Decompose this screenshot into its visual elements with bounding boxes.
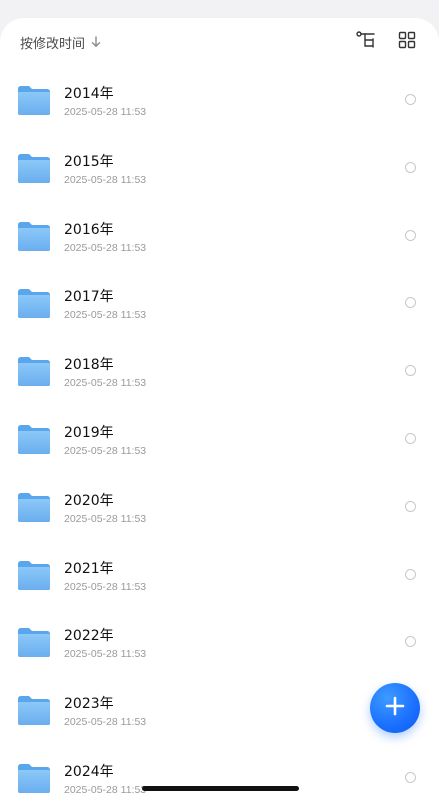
- folder-icon: [17, 423, 51, 455]
- arrow-down-icon: [91, 36, 101, 48]
- select-radio[interactable]: [405, 771, 416, 783]
- list-item[interactable]: 2016年 2025-05-28 11:53: [0, 202, 439, 270]
- select-radio[interactable]: [405, 365, 416, 377]
- folder-icon: [17, 220, 51, 252]
- folder-name: 2020年: [64, 492, 114, 509]
- modified-time: 2025-05-28 11:53: [64, 783, 147, 796]
- folder-icon: [17, 626, 51, 658]
- select-radio[interactable]: [405, 94, 416, 105]
- folder-icon: [17, 287, 51, 319]
- folder-icon: [17, 694, 51, 726]
- modified-time: 2025-05-28 11:53: [64, 309, 147, 322]
- list-item[interactable]: 2021年 2025-05-28 11:53: [0, 541, 439, 609]
- sort-label: 按修改时间: [20, 36, 86, 52]
- home-indicator: [142, 786, 299, 791]
- folder-icon: [17, 84, 51, 116]
- tree-view-button[interactable]: [354, 30, 378, 54]
- plus-icon: [384, 695, 406, 721]
- toolbar: 按修改时间: [0, 18, 439, 66]
- list-item[interactable]: 2019年 2025-05-28 11:53: [0, 405, 439, 473]
- modified-time: 2025-05-28 11:53: [64, 106, 147, 118]
- select-radio[interactable]: [405, 568, 416, 580]
- select-radio[interactable]: [405, 161, 416, 173]
- folder-name: 2015年: [64, 153, 114, 170]
- folder-name: 2016年: [64, 221, 114, 238]
- modified-time: 2025-05-28 11:53: [64, 241, 147, 254]
- folder-name: 2018年: [64, 357, 114, 374]
- list-item[interactable]: 2022年 2025-05-28 11:53: [0, 608, 439, 676]
- folder-name: 2022年: [64, 628, 114, 645]
- folder-name: 2014年: [64, 86, 114, 102]
- add-button[interactable]: [370, 683, 420, 733]
- sort-button[interactable]: 按修改时间: [20, 32, 101, 52]
- modified-time: 2025-05-28 11:53: [64, 377, 147, 390]
- select-radio[interactable]: [405, 297, 416, 309]
- list-item[interactable]: 2018年 2025-05-28 11:53: [0, 337, 439, 405]
- file-list: 2014年 2025-05-28 11:53 2015年 2025-05-28 11:…: [0, 66, 439, 800]
- tree-structure-icon: [356, 31, 376, 53]
- list-item[interactable]: 2020年 2025-05-28 11:53: [0, 473, 439, 541]
- list-item[interactable]: 2017年 2025-05-28 11:53: [0, 269, 439, 337]
- select-radio[interactable]: [405, 432, 416, 444]
- modified-time: 2025-05-28 11:53: [64, 444, 147, 457]
- grid-view-icon: [398, 31, 416, 53]
- folder-name: 2023年: [64, 696, 114, 713]
- folder-icon: [17, 559, 51, 591]
- modified-time: 2025-05-28 11:53: [64, 173, 147, 186]
- list-item[interactable]: 2024年 2025-05-28 11:53: [0, 744, 439, 800]
- modified-time: 2025-05-28 11:53: [64, 648, 147, 661]
- list-item[interactable]: 2015年 2025-05-28 11:53: [0, 134, 439, 202]
- modified-time: 2025-05-28 11:53: [64, 580, 147, 593]
- grid-view-button[interactable]: [395, 30, 419, 54]
- folder-name: 2017年: [64, 289, 114, 306]
- list-item[interactable]: 2014年 2025-05-28 11:53: [0, 66, 439, 134]
- file-list-sheet: 按修改时间 2014年 2025-05-28 11:53 2015年 2025-…: [0, 18, 439, 800]
- modified-time: 2025-05-28 11:53: [64, 512, 147, 525]
- folder-name: 2019年: [64, 424, 114, 441]
- select-radio[interactable]: [405, 636, 416, 648]
- folder-icon: [17, 355, 51, 387]
- folder-icon: [17, 152, 51, 184]
- folder-icon: [17, 762, 51, 794]
- modified-time: 2025-05-28 11:53: [64, 716, 147, 729]
- folder-name: 2024年: [64, 763, 114, 780]
- select-radio[interactable]: [405, 229, 416, 241]
- folder-name: 2021年: [64, 560, 114, 577]
- select-radio[interactable]: [405, 500, 416, 512]
- folder-icon: [17, 491, 51, 523]
